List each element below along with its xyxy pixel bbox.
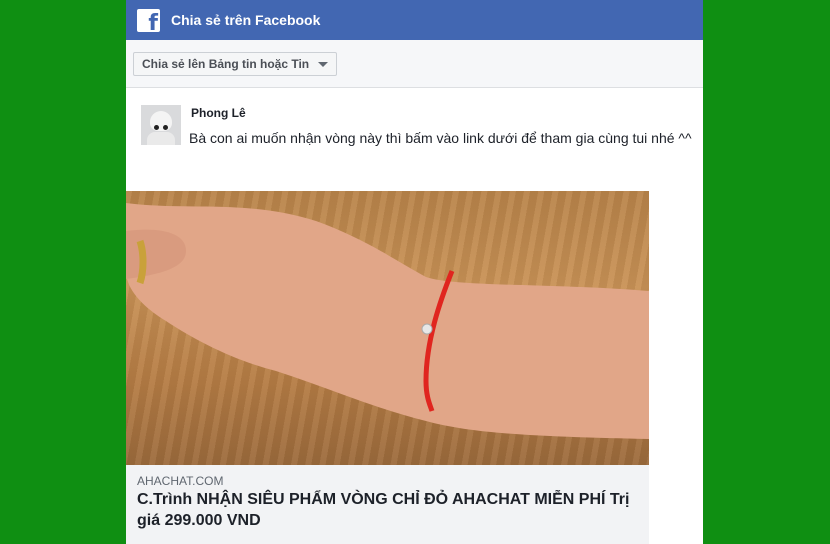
author-name[interactable]: Phong Lê — [191, 106, 246, 120]
share-destination-dropdown[interactable]: Chia sẻ lên Bảng tin hoặc Tin — [133, 52, 338, 76]
avatar-robot-head — [150, 111, 172, 131]
post-message[interactable]: Bà con ai muốn nhận vòng này thì bấm vào… — [189, 130, 692, 146]
avatar-eye-right — [163, 125, 168, 130]
share-toolbar: Chia sẻ lên Bảng tin hoặc Tin — [126, 40, 703, 88]
dialog-header: f Chia sẻ trên Facebook — [126, 0, 703, 40]
facebook-logo-icon: f — [137, 8, 160, 32]
attachment-image — [126, 191, 649, 465]
gold-ring — [136, 239, 147, 285]
avatar-robot-body — [147, 132, 175, 145]
hand-shape — [126, 203, 649, 439]
hand-bracelet-illustration — [126, 203, 649, 439]
share-destination-label: Chia sẻ lên Bảng tin hoặc Tin — [142, 57, 310, 71]
caret-down-icon — [318, 61, 329, 67]
avatar-eye-left — [154, 125, 159, 130]
dialog-title: Chia sẻ trên Facebook — [171, 12, 321, 28]
link-attachment[interactable]: AHACHAT.COM C.Trình NHẬN SIÊU PHẨM VÒNG … — [126, 191, 649, 544]
bracelet-bead — [421, 323, 433, 335]
avatar[interactable] — [141, 105, 181, 145]
share-dialog: f Chia sẻ trên Facebook Chia sẻ lên Bảng… — [126, 0, 703, 544]
facebook-logo-glyph: f — [148, 10, 158, 32]
attachment-domain: AHACHAT.COM — [137, 474, 224, 488]
attachment-title[interactable]: C.Trình NHẬN SIÊU PHẨM VÒNG CHỈ ĐỎ AHACH… — [137, 489, 642, 531]
